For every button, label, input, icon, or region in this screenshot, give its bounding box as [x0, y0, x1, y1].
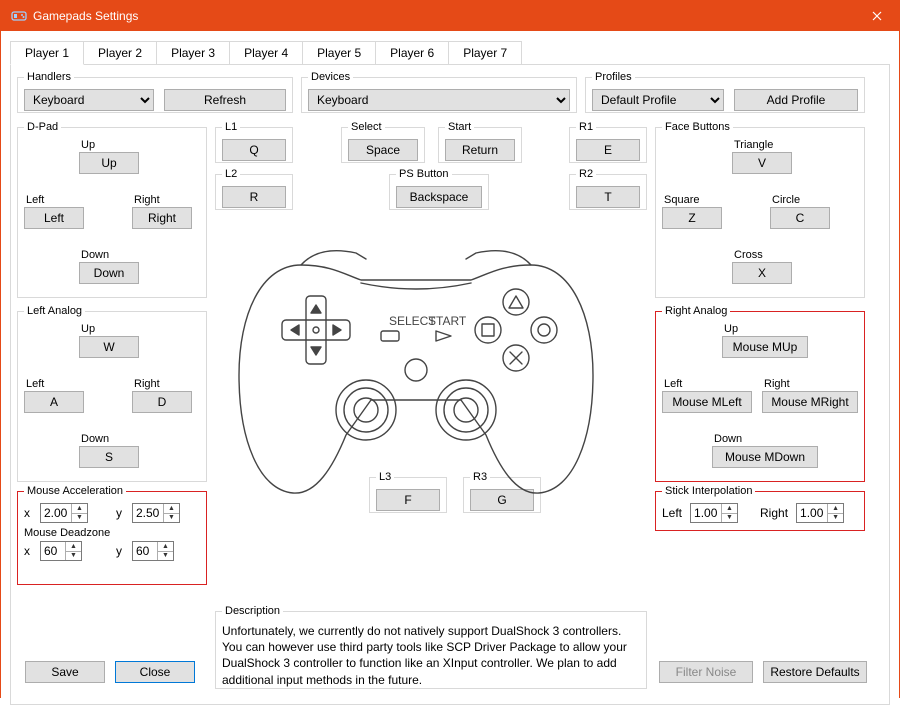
mouse-group: Mouse Acceleration x ▲▼ y ▲▼ Mouse Deadz… — [17, 485, 207, 585]
ranalog-down-button[interactable]: Mouse MDown — [712, 446, 818, 468]
cross-button[interactable]: X — [732, 262, 792, 284]
stick-interp-left-spin[interactable]: ▲▼ — [690, 503, 738, 523]
handlers-select[interactable]: Keyboard — [24, 89, 154, 111]
dpad-down-button[interactable]: Down — [79, 262, 139, 284]
l2-group: L2R — [215, 168, 293, 210]
tab-player-2[interactable]: Player 2 — [83, 41, 157, 65]
close-window-button[interactable] — [854, 1, 899, 31]
filter-noise-button[interactable]: Filter Noise — [659, 661, 753, 683]
square-button[interactable]: Z — [662, 207, 722, 229]
tab-player-7[interactable]: Player 7 — [448, 41, 522, 65]
tab-player-3[interactable]: Player 3 — [156, 41, 230, 65]
l2-button[interactable]: R — [222, 186, 286, 208]
dpad-right-button[interactable]: Right — [132, 207, 192, 229]
r3-group: R3G — [463, 471, 541, 513]
left-analog-group: Left Analog UpW LeftA RightD DownS — [17, 305, 207, 482]
tab-player-5[interactable]: Player 5 — [302, 41, 376, 65]
l3-group: L3F — [369, 471, 447, 513]
mouse-dead-x-spin[interactable]: ▲▼ — [40, 541, 82, 561]
r1-button[interactable]: E — [576, 139, 640, 161]
right-analog-group: Right Analog UpMouse MUp LeftMouse MLeft… — [655, 305, 865, 482]
ranalog-up-button[interactable]: Mouse MUp — [722, 336, 808, 358]
handlers-group: Handlers Keyboard Refresh — [17, 71, 293, 113]
add-profile-button[interactable]: Add Profile — [734, 89, 858, 111]
close-button[interactable]: Close — [115, 661, 195, 683]
devices-group: Devices Keyboard — [301, 71, 577, 113]
start-group: StartReturn — [438, 121, 522, 163]
mouse-accel-x-spin[interactable]: ▲▼ — [40, 503, 88, 523]
mouse-dead-y-spin[interactable]: ▲▼ — [132, 541, 174, 561]
dpad-left-button[interactable]: Left — [24, 207, 84, 229]
r2-group: R2T — [569, 168, 647, 210]
r1-group: R1E — [569, 121, 647, 163]
save-button[interactable]: Save — [25, 661, 105, 683]
svg-text:SELECT: SELECT — [389, 314, 436, 328]
window-title: Gamepads Settings — [33, 9, 854, 23]
lanalog-left-button[interactable]: A — [24, 391, 84, 413]
profiles-group: Profiles Default Profile Add Profile — [585, 71, 865, 113]
stick-interp-group: Stick Interpolation Left ▲▼ Right ▲▼ — [655, 485, 865, 531]
triangle-button[interactable]: V — [732, 152, 792, 174]
l1-group: L1Q — [215, 121, 293, 163]
select-group: SelectSpace — [341, 121, 425, 163]
controller-illustration: SELECT START — [221, 235, 611, 505]
tab-player-1[interactable]: Player 1 — [10, 41, 84, 65]
ranalog-right-button[interactable]: Mouse MRight — [762, 391, 858, 413]
circle-button[interactable]: C — [770, 207, 830, 229]
player-tabs: Player 1 Player 2 Player 3 Player 4 Play… — [10, 40, 890, 65]
ps-button-group: PS ButtonBackspace — [389, 168, 489, 210]
lanalog-up-button[interactable]: W — [79, 336, 139, 358]
r3-button[interactable]: G — [470, 489, 534, 511]
restore-defaults-button[interactable]: Restore Defaults — [763, 661, 867, 683]
mouse-accel-y-spin[interactable]: ▲▼ — [132, 503, 180, 523]
tab-player-6[interactable]: Player 6 — [375, 41, 449, 65]
r2-button[interactable]: T — [576, 186, 640, 208]
tab-player-4[interactable]: Player 4 — [229, 41, 303, 65]
titlebar: Gamepads Settings — [1, 1, 899, 31]
start-button[interactable]: Return — [445, 139, 515, 161]
face-buttons-group: Face Buttons TriangleV SquareZ CircleC C… — [655, 121, 865, 298]
lanalog-down-button[interactable]: S — [79, 446, 139, 468]
refresh-button[interactable]: Refresh — [164, 89, 286, 111]
app-icon — [11, 8, 27, 24]
ranalog-left-button[interactable]: Mouse MLeft — [662, 391, 752, 413]
dpad-up-button[interactable]: Up — [79, 152, 139, 174]
lanalog-right-button[interactable]: D — [132, 391, 192, 413]
devices-select[interactable]: Keyboard — [308, 89, 570, 111]
description-group: Description Unfortunately, we currently … — [215, 605, 647, 689]
stick-interp-right-spin[interactable]: ▲▼ — [796, 503, 844, 523]
profiles-select[interactable]: Default Profile — [592, 89, 724, 111]
dpad-group: D-Pad UpUp LeftLeft RightRight DownDown — [17, 121, 207, 298]
description-text: Unfortunately, we currently do not nativ… — [222, 623, 640, 688]
l3-button[interactable]: F — [376, 489, 440, 511]
select-button[interactable]: Space — [348, 139, 418, 161]
svg-text:START: START — [428, 314, 467, 328]
l1-button[interactable]: Q — [222, 139, 286, 161]
ps-button[interactable]: Backspace — [396, 186, 482, 208]
